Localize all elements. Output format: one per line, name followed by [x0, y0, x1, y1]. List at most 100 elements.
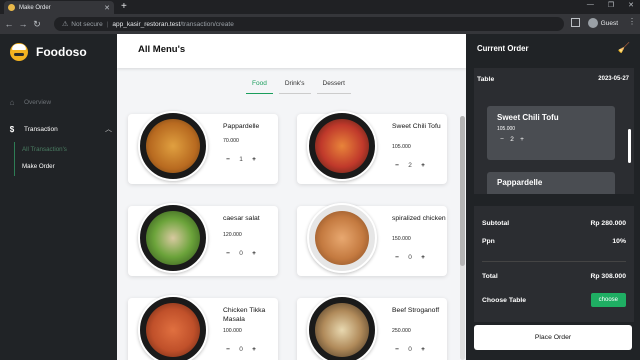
- total-row: Total Rp 308.000: [482, 273, 626, 280]
- tab-strip: Make Order ✕ + — ❐ ✕: [0, 0, 640, 14]
- category-tabs: Food Drink's Dessert: [246, 80, 357, 94]
- food-image: [307, 111, 377, 181]
- food-image: [307, 295, 377, 360]
- choose-table-button[interactable]: choose: [590, 293, 626, 307]
- clear-order-icon[interactable]: 🧹: [618, 43, 630, 54]
- minimize-icon[interactable]: —: [587, 1, 594, 9]
- food-name: caesar salat: [223, 215, 260, 222]
- total-value: Rp 308.000: [590, 273, 626, 280]
- close-tab-icon[interactable]: ✕: [104, 4, 110, 12]
- menu-card[interactable]: Pappardelle 70.000 − 1 +: [128, 111, 278, 184]
- current-order-panel: Current Order 🧹 Table 2023-05-27 Sweet C…: [466, 34, 640, 360]
- url-path: /transaction/create: [180, 20, 234, 28]
- browser-tab[interactable]: Make Order ✕: [4, 1, 114, 14]
- decrement-button[interactable]: −: [223, 250, 233, 257]
- order-item-name: Pappardelle: [497, 178, 543, 187]
- increment-button[interactable]: +: [418, 162, 428, 169]
- menu-card[interactable]: caesar salat 120.000 − 0 +: [128, 203, 278, 276]
- chef-logo-icon: [10, 43, 28, 61]
- increment-button[interactable]: +: [517, 136, 527, 143]
- forward-icon[interactable]: →: [16, 19, 30, 29]
- quantity-value: 1: [239, 156, 243, 163]
- total-label: Total: [482, 273, 498, 280]
- choose-table-label: Choose Table: [482, 296, 527, 304]
- brand-name: Foodoso: [36, 45, 87, 59]
- warning-icon: ⚠: [62, 21, 69, 28]
- dollar-icon: $: [9, 125, 15, 134]
- tab-food[interactable]: Food: [246, 80, 273, 94]
- food-price: 120.000: [223, 232, 242, 238]
- food-name: Pappardelle: [223, 123, 260, 130]
- back-icon[interactable]: ←: [2, 19, 16, 29]
- sidebar-item-all-transactions[interactable]: All Transaction's: [22, 146, 67, 153]
- side-panel-icon[interactable]: [571, 18, 580, 27]
- order-item-price: 105.000: [497, 126, 516, 132]
- home-icon: ⌂: [9, 98, 15, 107]
- tab-title: Make Order: [19, 4, 51, 11]
- food-image: [138, 111, 208, 181]
- chevron-up-icon[interactable]: ︿: [105, 124, 112, 134]
- quantity-stepper: − 1 +: [223, 156, 259, 163]
- decrement-button[interactable]: −: [223, 156, 233, 163]
- browser-toolbar: ← → ↻ ⚠ Not secure | app_kasir_restoran.…: [0, 14, 640, 34]
- order-title: Current Order: [477, 44, 529, 53]
- restore-icon[interactable]: ❐: [608, 1, 614, 9]
- increment-button[interactable]: +: [418, 254, 428, 261]
- ppn-label: Ppn: [482, 238, 495, 245]
- sidebar-item-make-order[interactable]: Make Order: [22, 163, 55, 170]
- food-name: Sweet Chili Tofu: [392, 123, 441, 130]
- decrement-button[interactable]: −: [392, 254, 402, 261]
- increment-button[interactable]: +: [249, 346, 259, 353]
- window-controls: — ❐ ✕: [587, 1, 634, 9]
- quantity-stepper: − 0 +: [392, 254, 428, 261]
- table-label: Table: [477, 76, 495, 83]
- order-quantity-value: 2: [510, 136, 514, 143]
- menu-card[interactable]: Chicken Tikka Masala 100.000 − 0 +: [128, 295, 278, 360]
- decrement-button[interactable]: −: [497, 136, 507, 143]
- quantity-value: 0: [408, 254, 412, 261]
- order-summary: Subtotal Rp 280.000 Ppn 10% Total Rp 308…: [474, 206, 634, 322]
- food-name: spiralized chicken: [392, 215, 446, 222]
- sidebar-item-label: Transaction: [24, 126, 58, 133]
- order-item-name: Sweet Chili Tofu: [497, 113, 559, 122]
- menu-icon[interactable]: ⋮: [628, 17, 636, 26]
- favicon-icon: [8, 4, 15, 11]
- order-scrollbar[interactable]: [628, 129, 631, 163]
- increment-button[interactable]: +: [418, 346, 428, 353]
- sidebar-item-overview[interactable]: ⌂ Overview: [8, 98, 52, 107]
- food-image: [138, 295, 208, 360]
- sidebar-item-transaction[interactable]: $ Transaction ︿: [8, 125, 112, 134]
- food-price: 150.000: [392, 236, 411, 242]
- close-window-icon[interactable]: ✕: [628, 1, 634, 9]
- tab-drinks[interactable]: Drink's: [278, 80, 311, 94]
- ppn-row: Ppn 10%: [482, 238, 626, 245]
- avatar: [587, 18, 598, 28]
- profile-button[interactable]: Guest: [587, 18, 618, 28]
- url-host: app_kasir_restoran.test: [112, 20, 181, 28]
- quantity-value: 0: [239, 250, 243, 257]
- place-order-button[interactable]: Place Order: [474, 325, 632, 350]
- order-item: Sweet Chili Tofu 105.000 − 2 +: [487, 106, 615, 160]
- tab-dessert[interactable]: Dessert: [316, 80, 351, 94]
- menu-card[interactable]: Beef Stroganoff 250.000 − 0 +: [297, 295, 447, 360]
- order-date: 2023-05-27: [598, 76, 629, 82]
- reload-icon[interactable]: ↻: [30, 19, 44, 30]
- menu-scrollbar[interactable]: [460, 116, 465, 360]
- menu-card[interactable]: Sweet Chili Tofu 105.000 − 2 +: [297, 111, 447, 184]
- new-tab-icon[interactable]: +: [121, 1, 127, 13]
- decrement-button[interactable]: −: [223, 346, 233, 353]
- menu-card[interactable]: spiralized chicken 150.000 − 0 +: [297, 203, 447, 276]
- subtotal-row: Subtotal Rp 280.000: [482, 220, 626, 227]
- food-name: Chicken Tikka Masala: [223, 307, 266, 323]
- scrollbar-thumb[interactable]: [460, 116, 465, 266]
- increment-button[interactable]: +: [249, 250, 259, 257]
- decrement-button[interactable]: −: [392, 346, 402, 353]
- food-price: 250.000: [392, 328, 411, 334]
- decrement-button[interactable]: −: [392, 162, 402, 169]
- quantity-value: 0: [408, 346, 412, 353]
- subtotal-value: Rp 280.000: [590, 220, 626, 227]
- address-bar[interactable]: ⚠ Not secure | app_kasir_restoran.test /…: [54, 17, 564, 31]
- browser-window: Make Order ✕ + — ❐ ✕ ← → ↻ ⚠ Not secure …: [0, 0, 640, 360]
- quantity-stepper: − 0 +: [392, 346, 428, 353]
- increment-button[interactable]: +: [249, 156, 259, 163]
